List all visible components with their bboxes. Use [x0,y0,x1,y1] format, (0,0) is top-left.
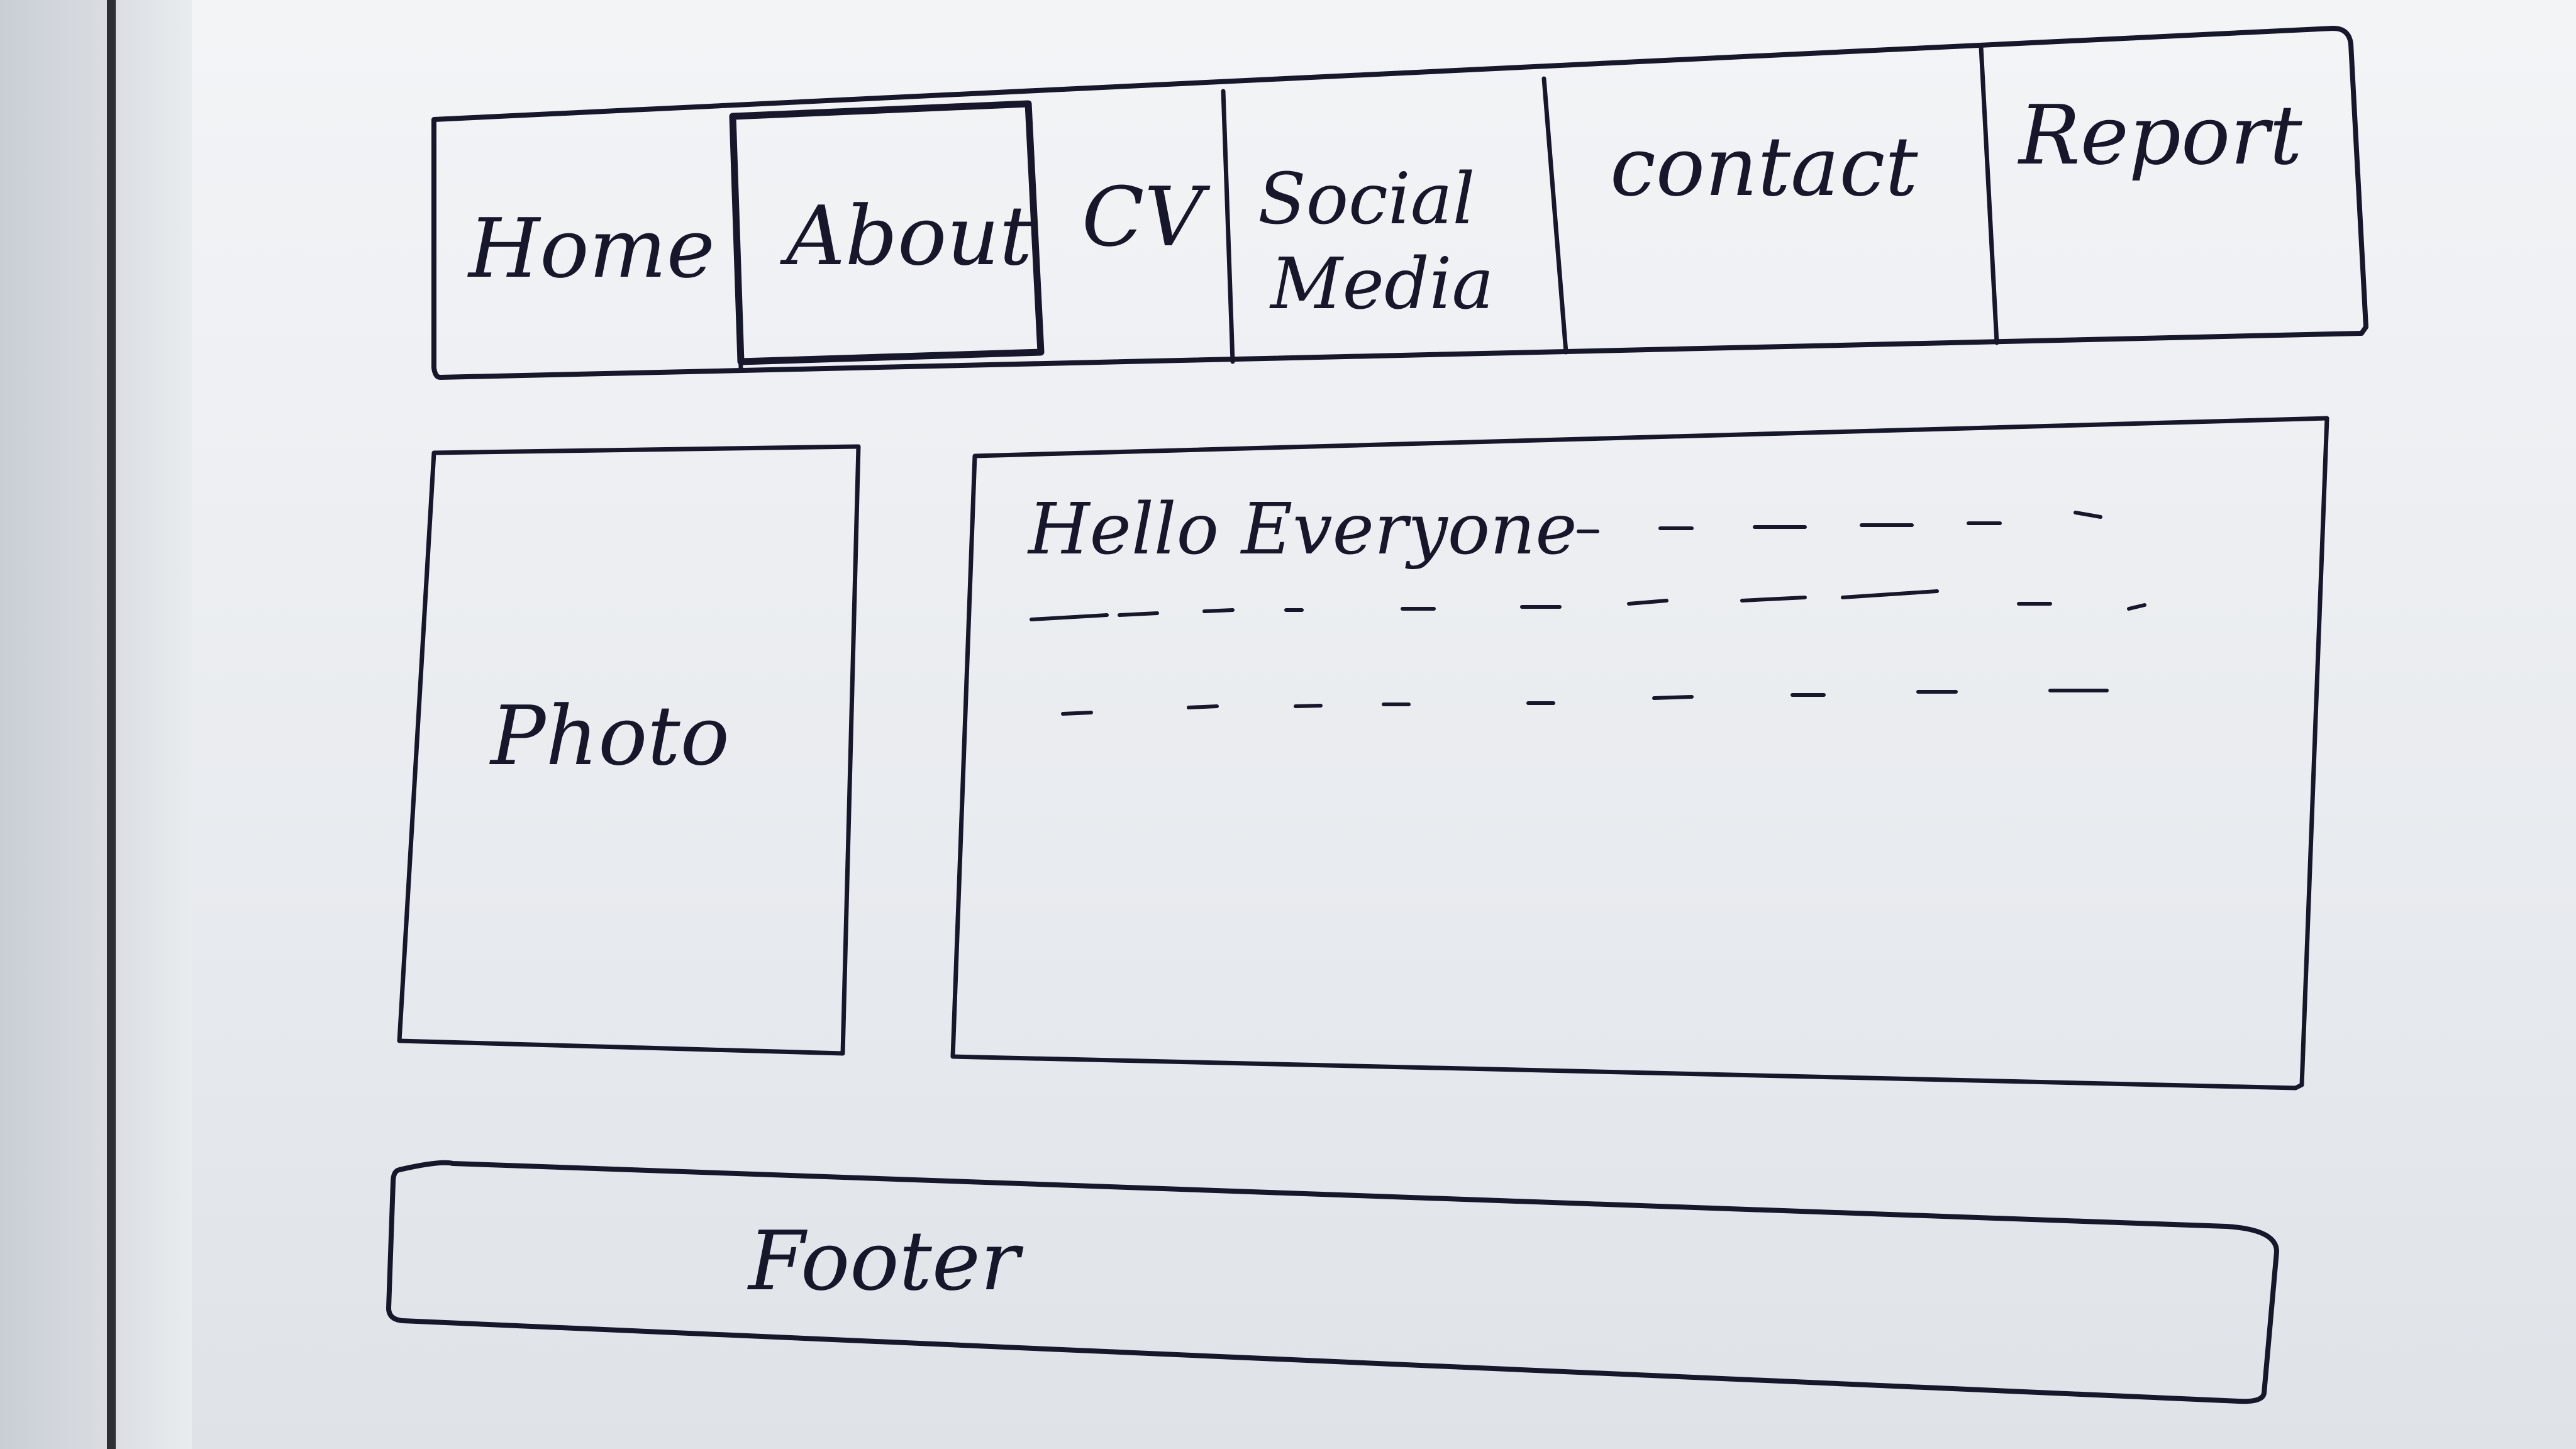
footer: Footer [386,1160,2279,1404]
content-box: Hello Everyone [950,416,2329,1091]
nav-item-social-label: Social [1258,158,1475,240]
content-heading: Hello Everyone [1027,489,1577,570]
nav-item-about[interactable]: About [729,100,1045,365]
nav-item-report-label: Report [2018,87,2302,183]
nav-item-cv[interactable]: CV [1082,89,1235,364]
nav-item-social-media[interactable]: Social Media [1258,76,1568,355]
photo-label: Photo [489,688,730,784]
nav-item-home-label: Home [467,201,715,296]
nav-item-contact[interactable]: contact [1610,45,1999,345]
nav-item-contact-label: contact [1610,119,1918,214]
nav-item-home[interactable]: Home [467,114,743,370]
sketch-page: Home About CV Social Media contact Repor… [0,0,2576,1449]
nav-item-about-label: About [780,188,1033,284]
nav-item-media-label: Media [1269,243,1494,325]
nav-item-cv-label: CV [1082,169,1210,265]
photo-box: Photo [397,444,861,1056]
nav-item-report[interactable]: Report [2018,87,2302,183]
footer-label: Footer [747,1213,1024,1309]
wireframe-sketch: Home About CV Social Media contact Repor… [386,26,2368,1404]
